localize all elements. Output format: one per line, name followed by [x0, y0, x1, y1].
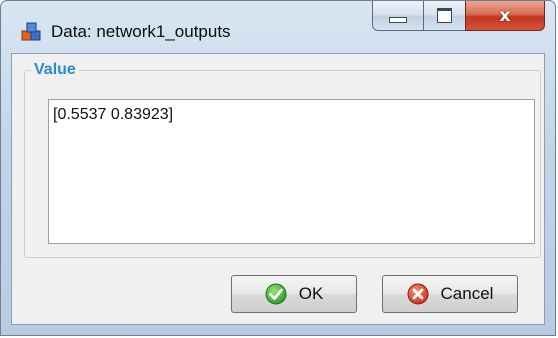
cancel-x-icon	[407, 283, 429, 305]
minimize-button[interactable]	[372, 1, 424, 31]
group-label: Value	[31, 61, 79, 79]
ok-button[interactable]: OK	[231, 275, 357, 313]
close-button[interactable]: x	[465, 1, 545, 31]
close-icon: x	[499, 5, 511, 26]
maximize-icon	[437, 8, 452, 23]
cancel-button-label: Cancel	[440, 284, 494, 303]
minimize-icon	[389, 16, 407, 23]
maximize-button[interactable]	[423, 1, 466, 31]
ok-button-label: OK	[298, 284, 324, 303]
value-textbox[interactable]: [0.5537 0.83923]	[48, 99, 535, 244]
title-bar[interactable]: Data: network1_outputs x	[1, 1, 555, 53]
data-cubes-icon	[21, 21, 43, 43]
checkmark-icon	[265, 283, 287, 305]
window-title: Data: network1_outputs	[51, 22, 231, 41]
cancel-button[interactable]: Cancel	[382, 275, 518, 313]
